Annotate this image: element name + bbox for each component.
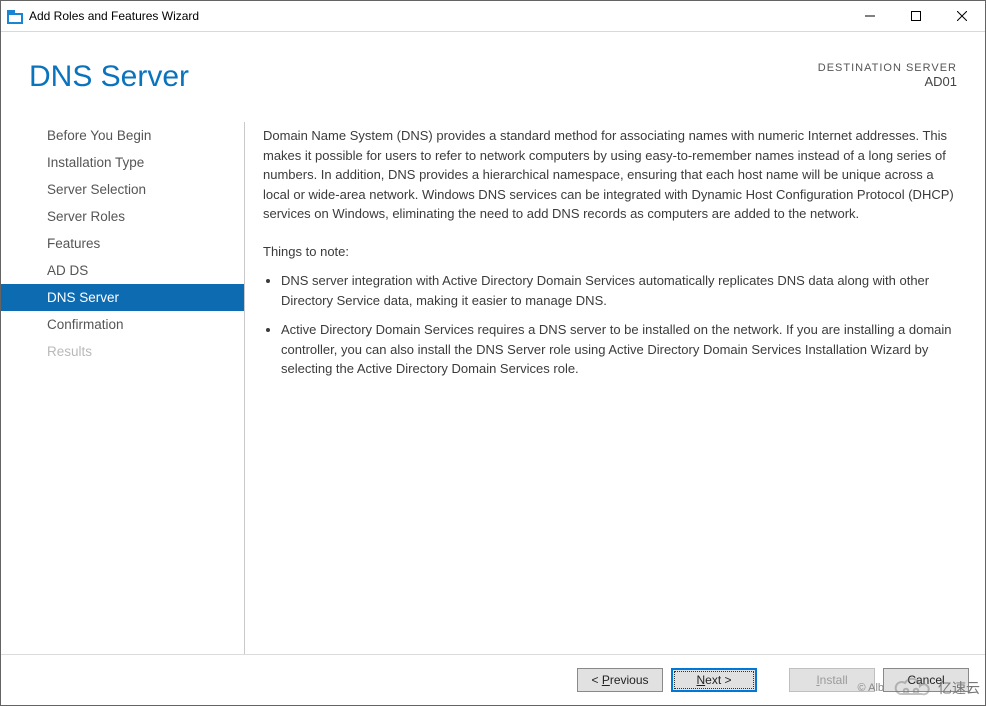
watermark-credit: © Alb (858, 682, 884, 694)
body-area: Before You BeginInstallation TypeServer … (1, 102, 985, 654)
sidebar: Before You BeginInstallation TypeServer … (1, 122, 244, 654)
next-button-label: Next > (696, 673, 731, 687)
watermark-cloud-icon (890, 676, 932, 700)
window-title: Add Roles and Features Wizard (29, 9, 847, 23)
maximize-button[interactable] (893, 1, 939, 31)
destination-server: AD01 (818, 74, 957, 89)
nav-item-ad-ds[interactable]: AD DS (1, 257, 244, 284)
note-item: Active Directory Domain Services require… (281, 320, 959, 379)
previous-button[interactable]: < Previous (577, 668, 663, 692)
nav-item-results: Results (1, 338, 244, 365)
close-button[interactable] (939, 1, 985, 31)
note-item: DNS server integration with Active Direc… (281, 271, 959, 310)
minimize-button[interactable] (847, 1, 893, 31)
nav-item-confirmation[interactable]: Confirmation (1, 311, 244, 338)
nav-item-installation-type[interactable]: Installation Type (1, 149, 244, 176)
nav-item-server-roles[interactable]: Server Roles (1, 203, 244, 230)
page-title: DNS Server (29, 62, 189, 92)
window: Add Roles and Features Wizard DNS Server… (0, 0, 986, 706)
intro-text: Domain Name System (DNS) provides a stan… (263, 126, 959, 224)
nav-item-dns-server[interactable]: DNS Server (1, 284, 244, 311)
nav-item-server-selection[interactable]: Server Selection (1, 176, 244, 203)
install-button-label: Install (816, 673, 847, 687)
previous-button-label: < Previous (591, 673, 648, 687)
footer: < Previous Next > Install Cancel (1, 654, 985, 705)
content-panel: Domain Name System (DNS) provides a stan… (263, 122, 977, 654)
next-button[interactable]: Next > (671, 668, 757, 692)
vertical-divider (244, 122, 245, 654)
notes-heading: Things to note: (263, 242, 959, 262)
nav-item-before-you-begin[interactable]: Before You Begin (1, 122, 244, 149)
destination-label: DESTINATION SERVER (818, 62, 957, 74)
server-manager-icon (7, 8, 23, 24)
header-area: DNS Server DESTINATION SERVER AD01 (1, 32, 985, 102)
notes-list: DNS server integration with Active Direc… (263, 271, 959, 379)
nav-item-features[interactable]: Features (1, 230, 244, 257)
watermark-brand: 亿速云 (938, 678, 980, 698)
titlebar: Add Roles and Features Wizard (1, 1, 985, 32)
watermark: © Alb 亿速云 (858, 676, 980, 700)
window-controls (847, 1, 985, 31)
destination-info: DESTINATION SERVER AD01 (818, 62, 957, 92)
